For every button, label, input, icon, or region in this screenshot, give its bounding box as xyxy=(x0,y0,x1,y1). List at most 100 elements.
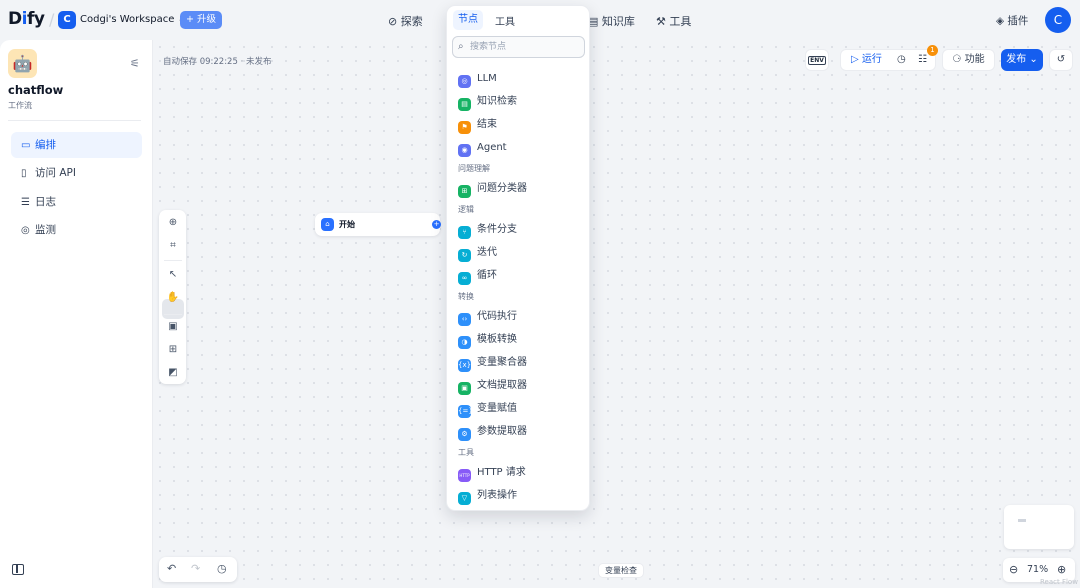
node-option[interactable]: ⚑ 结束 xyxy=(458,116,582,134)
variable-inspect-button[interactable]: 变量检查 xyxy=(598,563,644,578)
tab-nodes[interactable]: 节点 xyxy=(453,10,483,30)
minimap-node xyxy=(1018,519,1026,522)
node-option[interactable]: ⚙ 参数提取器 xyxy=(458,423,582,441)
upgrade-button[interactable]: + 升级 xyxy=(180,11,222,29)
hammer-icon: ⚒ xyxy=(656,15,666,28)
node-option[interactable]: ▣ 文档提取器 xyxy=(458,377,582,395)
node-option-label: 结束 xyxy=(477,119,497,130)
node-type-icon: ‹› xyxy=(458,313,471,326)
monitor-icon: ◎ xyxy=(21,225,30,236)
react-flow-attribution[interactable]: React Flow xyxy=(1040,578,1078,586)
run-toolbar-group: ▷ 运行 ◷ ☷ xyxy=(840,49,936,71)
robot-icon: 🤖 xyxy=(8,49,37,78)
sliders-icon[interactable]: ⚟ xyxy=(130,57,140,70)
node-option[interactable]: ∞ 循环 xyxy=(458,267,582,285)
features-icon: ⚆ xyxy=(952,54,962,65)
terminal-icon: ▯ xyxy=(21,168,27,179)
cube-icon: ◈ xyxy=(996,15,1005,27)
node-type-icon: HTTP xyxy=(458,469,471,482)
node-group-title: 工具 xyxy=(458,448,474,457)
node-option[interactable]: ▤ 知识检索 xyxy=(458,93,582,111)
node-option-label: 条件分支 xyxy=(477,224,517,235)
minimap-toggle-icon[interactable]: ◩ xyxy=(166,366,180,380)
node-option-label: HTTP 请求 xyxy=(477,467,526,478)
node-option[interactable]: ◎ LLM xyxy=(458,70,582,88)
sidebar-item-orchestrate[interactable]: ▭ 编排 xyxy=(11,132,142,158)
node-type-icon: ∞ xyxy=(458,272,471,285)
organize-blocks-icon[interactable]: ⊞ xyxy=(166,343,180,357)
node-option-label: 知识检索 xyxy=(477,96,517,107)
minimap[interactable] xyxy=(1004,505,1074,549)
node-type-icon: ◎ xyxy=(458,75,471,88)
nav-tools[interactable]: ⚒ 工具 xyxy=(656,13,691,29)
user-avatar[interactable]: C xyxy=(1045,7,1071,33)
node-option[interactable]: {x} 变量聚合器 xyxy=(458,354,582,372)
node-option-label: 文档提取器 xyxy=(477,380,527,391)
checklist-icon[interactable]: ☷ xyxy=(918,50,927,70)
tool-divider xyxy=(164,260,182,261)
node-option-label: 代码执行 xyxy=(477,311,517,322)
pointer-icon[interactable]: ↖ xyxy=(166,268,180,282)
node-type-icon: ⚑ xyxy=(458,121,471,134)
node-option-label: 循环 xyxy=(477,270,497,281)
app-name: chatflow xyxy=(8,83,64,97)
app-type: 工作流 xyxy=(8,101,32,110)
node-option[interactable]: ◉ Agent xyxy=(458,139,582,157)
add-note-icon[interactable]: ⌗ xyxy=(166,239,180,253)
log-icon: ☰ xyxy=(21,197,30,208)
start-node[interactable]: ⌂ 开始 + xyxy=(315,213,441,236)
node-option-label: 迭代 xyxy=(477,247,497,258)
node-option-label: 列表操作 xyxy=(477,490,517,501)
workflow-canvas[interactable] xyxy=(153,40,1080,588)
app-sidebar: 🤖 ⚟ chatflow 工作流 ▭ 编排 ▯ 访问 API ☰ 日志 ◎ 监测 xyxy=(0,40,153,588)
sidebar-divider xyxy=(8,120,141,121)
sidebar-item-logs[interactable]: ☰ 日志 xyxy=(11,189,142,215)
node-option[interactable]: ⑂ 条件分支 xyxy=(458,221,582,239)
autosave-status: 自动保存 09:22:25 · 未发布 xyxy=(163,57,272,67)
dify-logo[interactable]: Dify xyxy=(8,9,45,29)
node-option-label: Agent xyxy=(477,142,507,153)
undo-icon[interactable]: ↶ xyxy=(167,562,176,575)
node-option[interactable]: ▽ 列表操作 xyxy=(458,487,582,505)
add-next-node-handle[interactable]: + xyxy=(432,220,441,229)
env-icon: ENV xyxy=(808,56,826,65)
tab-tools[interactable]: 工具 xyxy=(495,13,515,28)
edit-history-icon[interactable]: ◷ xyxy=(217,562,227,575)
sidebar-item-monitor[interactable]: ◎ 监测 xyxy=(11,217,142,243)
zoom-level[interactable]: 71% xyxy=(1027,564,1048,575)
node-option[interactable]: ⊞ 问题分类器 xyxy=(458,180,582,198)
node-option-label: 参数提取器 xyxy=(477,426,527,437)
export-image-icon[interactable]: ▣ xyxy=(166,320,180,334)
node-option[interactable]: ↻ 迭代 xyxy=(458,244,582,262)
node-option[interactable]: HTTP HTTP 请求 xyxy=(458,464,582,482)
workspace-avatar[interactable]: C xyxy=(58,11,76,29)
hand-icon[interactable]: ✋ xyxy=(166,291,180,305)
run-button[interactable]: ▷ 运行 xyxy=(851,54,882,65)
version-history-button[interactable]: ↺ xyxy=(1049,49,1073,71)
node-option[interactable]: ‹› 代码执行 xyxy=(458,308,582,326)
node-search-input[interactable] xyxy=(470,40,580,54)
nav-explore[interactable]: ⊘ 探索 xyxy=(388,13,423,29)
node-type-icon: ◑ xyxy=(458,336,471,349)
node-picker-dropdown: 节点 工具 ⌕ ◎ LLM ▤ 知识检索 ⚑ 结束 ◉ Agent 问题理解 ⊞ 问题分类器逻辑 ⑂ 条… xyxy=(446,5,590,511)
node-group-title: 逻辑 xyxy=(458,205,474,214)
node-type-icon: {x} xyxy=(458,359,471,372)
history-icon[interactable]: ◷ xyxy=(897,50,906,70)
node-type-icon: ◉ xyxy=(458,144,471,157)
plugins-link[interactable]: ◈ 插件 xyxy=(996,13,1028,28)
publish-button[interactable]: 发布 ⌄ xyxy=(1001,49,1043,71)
sidebar-item-api[interactable]: ▯ 访问 API xyxy=(11,160,142,186)
sidebar-collapse-icon[interactable] xyxy=(12,564,24,575)
workspace-switcher[interactable]: Codgi's Workspace ⌄ xyxy=(80,14,186,25)
features-button[interactable]: ⚆ 功能 xyxy=(942,49,995,71)
zoom-out-icon[interactable]: ⊖ xyxy=(1009,563,1018,576)
node-option[interactable]: ◑ 模板转换 xyxy=(458,331,582,349)
redo-icon[interactable]: ↷ xyxy=(191,562,200,575)
add-node-icon[interactable]: ⊕ xyxy=(166,216,180,230)
node-group-title: 转换 xyxy=(458,292,474,301)
nav-knowledge[interactable]: ▤ 知识库 xyxy=(588,13,635,29)
chevron-down-icon: ⌄ xyxy=(1029,54,1038,65)
node-option[interactable]: {=} 变量赋值 xyxy=(458,400,582,418)
env-button[interactable]: ENV xyxy=(805,49,829,71)
zoom-in-icon[interactable]: ⊕ xyxy=(1057,563,1066,576)
